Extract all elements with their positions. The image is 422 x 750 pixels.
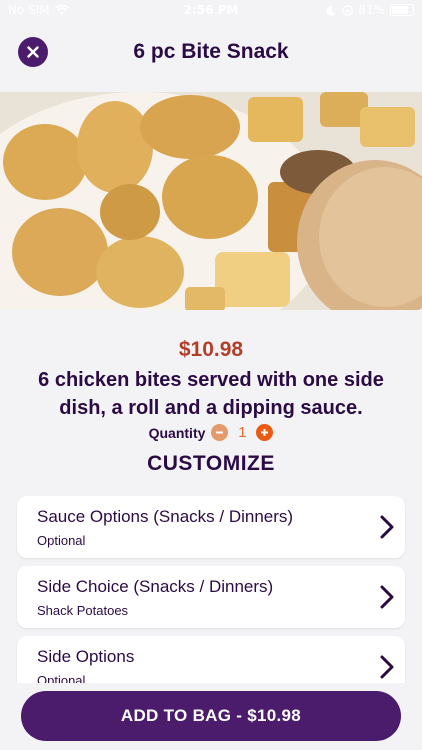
food-photo <box>0 92 422 310</box>
option-subtitle: Optional <box>37 533 86 548</box>
quantity-stepper: Quantity 1 <box>0 424 422 441</box>
header: 6 pc Bite Snack <box>0 22 422 92</box>
bottom-bar: ADD TO BAG - $10.98 <box>0 683 422 750</box>
page-title: 6 pc Bite Snack <box>133 40 289 63</box>
option-title: Side Options <box>37 647 135 666</box>
battery-icon <box>390 4 414 16</box>
chevron-right-icon <box>380 515 394 539</box>
product-image <box>0 92 422 310</box>
status-right: 81% <box>326 3 414 17</box>
option-title: Sauce Options (Snacks / Dinners) <box>37 507 294 526</box>
quantity-label: Quantity <box>148 424 206 441</box>
battery-percent: 81% <box>358 3 385 17</box>
customize-heading: CUSTOMIZE <box>147 452 275 475</box>
orientation-lock-icon <box>342 4 353 16</box>
customize-options-list: Sauce Options (Snacks / Dinners) Optiona… <box>0 485 422 683</box>
decrease-quantity-button[interactable] <box>211 424 229 441</box>
moon-icon <box>326 5 337 16</box>
chevron-right-icon <box>380 655 394 679</box>
status-bar: No SIM 2:56 PM 81% <box>0 0 422 22</box>
plus-icon <box>261 429 269 436</box>
option-sauce[interactable]: Sauce Options (Snacks / Dinners) Optiona… <box>17 496 405 558</box>
option-subtitle: Optional <box>37 673 86 683</box>
add-to-bag-button[interactable]: ADD TO BAG - $10.98 <box>21 691 401 741</box>
minus-icon <box>216 431 224 434</box>
option-title: Side Choice (Snacks / Dinners) <box>37 577 274 596</box>
increase-quantity-button[interactable] <box>256 424 274 441</box>
option-subtitle: Shack Potatoes <box>37 603 129 618</box>
option-side-options[interactable]: Side Options Optional <box>17 636 405 683</box>
chevron-right-icon <box>380 585 394 609</box>
option-side-choice[interactable]: Side Choice (Snacks / Dinners) Shack Pot… <box>17 566 405 628</box>
item-price: $10.98 <box>178 338 244 361</box>
item-description: 6 chicken bites served with one side dis… <box>38 369 384 419</box>
quantity-value: 1 <box>238 424 247 441</box>
